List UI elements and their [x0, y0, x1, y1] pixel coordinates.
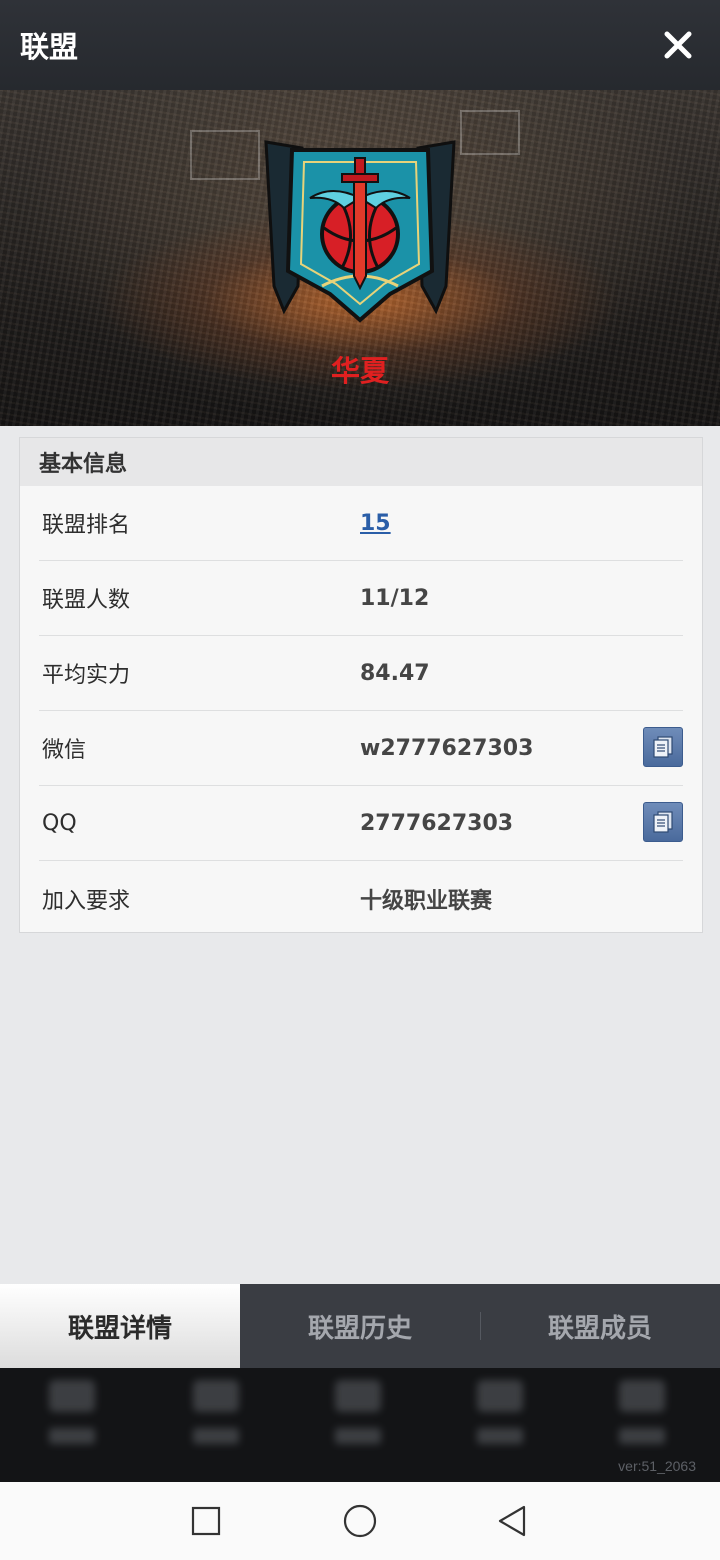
page-title: 联盟: [20, 30, 79, 64]
dock-item-blurred: [470, 1380, 530, 1460]
dock-item-blurred: [328, 1380, 388, 1460]
version-label: ver:51_2063: [618, 1458, 696, 1474]
square-icon: [191, 1506, 221, 1536]
rank-value-link[interactable]: 15: [360, 511, 391, 536]
avg-strength-label: 平均实力: [42, 663, 131, 688]
dock-icon: [49, 1380, 95, 1412]
dock-item-blurred: [612, 1380, 672, 1460]
dock-icon: [193, 1380, 239, 1412]
copy-icon: [653, 811, 673, 833]
dock-item-blurred: [186, 1380, 246, 1460]
dock-label-placeholder: [477, 1428, 523, 1444]
dock-label-placeholder: [49, 1428, 95, 1444]
backboard-right: [460, 110, 520, 155]
join-requirement-label: 加入要求: [42, 888, 131, 914]
close-button[interactable]: [656, 23, 700, 67]
recent-apps-button[interactable]: [188, 1503, 224, 1539]
wechat-value: w2777627303: [360, 735, 534, 761]
info-row-wechat: 微信 w2777627303: [39, 711, 683, 786]
copy-wechat-button[interactable]: [643, 727, 683, 767]
triangle-back-icon: [498, 1505, 526, 1537]
join-requirement-value: 十级职业联赛: [360, 888, 493, 914]
tab-alliance-members[interactable]: 联盟成员: [480, 1284, 720, 1368]
tab-alliance-details[interactable]: 联盟详情: [0, 1284, 240, 1368]
alliance-name: 华夏: [330, 354, 389, 388]
tab-alliance-members-label: 联盟成员: [547, 1313, 652, 1344]
info-row-avg-strength: 平均实力 84.47: [39, 636, 683, 711]
dock-label-placeholder: [619, 1428, 665, 1444]
wechat-label: 微信: [42, 738, 87, 763]
app-header: 联盟: [0, 0, 720, 90]
copy-qq-button[interactable]: [643, 802, 683, 842]
info-row-members: 联盟人数 11/12: [39, 561, 683, 636]
home-button[interactable]: [342, 1503, 378, 1539]
rank-label: 联盟排名: [42, 513, 131, 538]
alliance-emblem-icon: [264, 140, 456, 323]
dock-label-placeholder: [193, 1428, 239, 1444]
basic-info-card: 基本信息 联盟排名 15 联盟人数 11/12 平均实力 84.47 微信 w2…: [19, 437, 703, 933]
dock-label-placeholder: [335, 1428, 381, 1444]
info-row-qq: QQ 2777627303: [39, 786, 683, 861]
tab-divider: [480, 1312, 481, 1340]
system-nav-bar: [0, 1482, 720, 1560]
dock-icon: [335, 1380, 381, 1412]
close-icon: [664, 31, 692, 59]
bottom-dock-blurred: [0, 1368, 720, 1482]
alliance-banner: 华夏: [0, 90, 720, 426]
circle-icon: [343, 1504, 377, 1538]
alliance-tab-bar: 联盟详情 联盟历史 联盟成员: [0, 1284, 720, 1368]
info-row-join-requirement: 加入要求 十级职业联赛: [39, 861, 683, 936]
qq-label: QQ: [42, 810, 77, 836]
dock-item-blurred: [42, 1380, 102, 1460]
qq-value: 2777627303: [360, 810, 514, 836]
avg-strength-value: 84.47: [360, 660, 430, 686]
members-value: 11/12: [360, 585, 430, 611]
card-title: 基本信息: [20, 438, 702, 486]
back-button[interactable]: [494, 1503, 530, 1539]
info-row-rank: 联盟排名 15: [39, 486, 683, 561]
tab-alliance-history-label: 联盟历史: [307, 1313, 412, 1344]
backboard-left: [190, 130, 260, 180]
members-label: 联盟人数: [42, 588, 131, 613]
copy-icon: [653, 736, 673, 758]
dock-icon: [619, 1380, 665, 1412]
dock-icon: [477, 1380, 523, 1412]
tab-alliance-history[interactable]: 联盟历史: [240, 1284, 480, 1368]
